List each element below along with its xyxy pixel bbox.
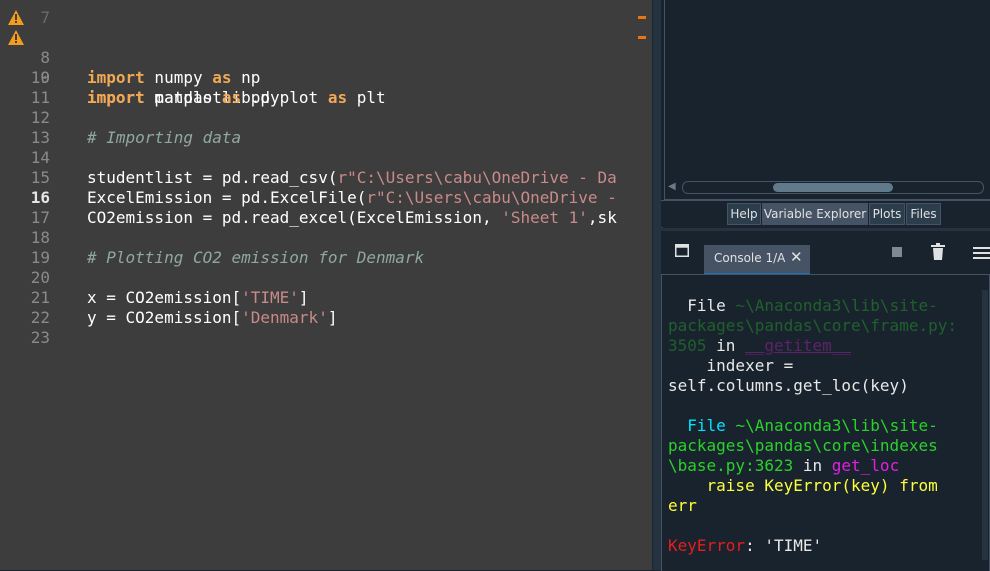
console-error-line: KeyError: 'TIME' — [668, 536, 823, 555]
stop-icon[interactable] — [892, 247, 902, 257]
editor-line: 17 — [0, 188, 652, 227]
scroll-left-icon[interactable]: ◀ — [668, 180, 680, 194]
console-line: self.columns.get_loc(key) — [668, 376, 909, 395]
console-line: err — [668, 496, 697, 515]
editor-line-current: 16 CO2emission = pd.read_excel(ExcelEmis… — [0, 168, 652, 227]
editor-line: 13 — [0, 108, 652, 147]
editor-line: 12 # Importing data — [0, 88, 652, 147]
editor-line: 20 x = CO2emission['TIME'] — [0, 248, 652, 307]
warning-marker — [638, 16, 646, 19]
variable-explorer-view — [664, 0, 990, 200]
editor-line: 21 y = CO2emission['Denmark'] — [0, 268, 652, 327]
editor-line: 10 import pandas as pd — [0, 48, 652, 107]
editor-line: 14 studentlist = pd.read_csv(r"C:\Users\… — [0, 128, 652, 187]
tab-files[interactable]: Files — [906, 203, 941, 225]
warning-icon[interactable] — [8, 10, 24, 25]
editor-line: 15 ExcelEmission = pd.ExcelFile(r"C:\Use… — [0, 148, 652, 207]
divider[interactable] — [661, 228, 990, 231]
scrollbar-thumb[interactable] — [773, 183, 893, 192]
editor-line: 7 — [0, 0, 652, 27]
new-window-icon[interactable] — [675, 244, 689, 257]
warning-icon[interactable] — [8, 30, 24, 45]
tab-console[interactable]: Console 1/A ✕ — [704, 245, 810, 276]
console-line: \base.py:3623 in get_loc — [668, 456, 900, 475]
tab-help[interactable]: Help — [727, 203, 761, 225]
editor-line: 23 — [0, 308, 652, 347]
editor-line: 8 import numpy as np — [0, 8, 652, 87]
console-scrollbar[interactable] — [982, 290, 988, 560]
console-tab-label: Console 1/A — [714, 251, 786, 265]
editor-line: 9 import matplotlib.pyplot as plt — [0, 28, 652, 107]
warning-marker — [638, 36, 646, 39]
console-line: File ~\Anaconda3\lib\site- — [668, 296, 938, 315]
scrollbar-track[interactable] — [682, 181, 984, 194]
editor-line: 11 — [0, 68, 652, 107]
console-line: File ~\Anaconda3\lib\site- — [668, 416, 938, 435]
console-line: packages\pandas\core\frame.py: — [668, 316, 957, 335]
horizontal-scrollbar[interactable]: ◀ — [668, 180, 985, 194]
code-editor[interactable]: 7 8 import numpy as np 9 import matplotl… — [0, 0, 652, 570]
editor-line: 22 — [0, 288, 652, 327]
trash-icon[interactable] — [931, 243, 945, 260]
variable-explorer-pane — [661, 0, 990, 200]
menu-icon[interactable] — [973, 246, 990, 260]
console-line: indexer = — [668, 356, 794, 375]
tab-variable-explorer[interactable]: Variable Explorer — [762, 203, 868, 225]
tab-plots[interactable]: Plots — [869, 203, 905, 225]
console-line: 3505 in __getitem__ — [668, 336, 852, 355]
line-number: 23 — [30, 328, 50, 347]
editor-line: 18 # Plotting CO2 emission for Denmark — [0, 208, 652, 267]
editor-line: 19 — [0, 228, 652, 267]
console-line: raise KeyError(key) from — [668, 476, 938, 495]
close-icon[interactable]: ✕ — [790, 248, 803, 266]
console-line: packages\pandas\core\indexes — [668, 436, 938, 455]
